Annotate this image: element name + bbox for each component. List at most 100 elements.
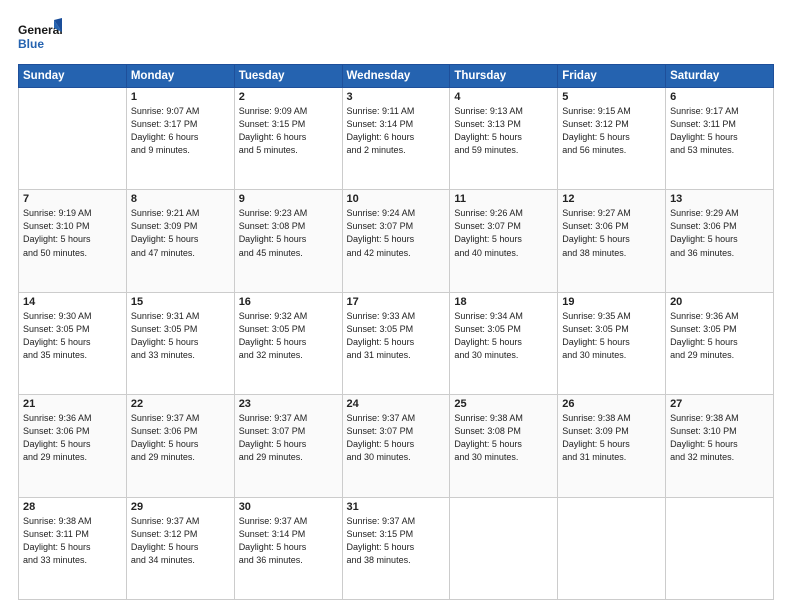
calendar-day-12: 12 Sunrise: 9:27 AM Sunset: 3:06 PM Dayli… [558, 190, 666, 292]
calendar-day-21: 21 Sunrise: 9:36 AM Sunset: 3:06 PM Dayli… [19, 395, 127, 497]
day-header-monday: Monday [126, 65, 234, 88]
day-header-saturday: Saturday [666, 65, 774, 88]
day-number: 28 [23, 501, 122, 513]
logo-svg: General Blue [18, 18, 62, 56]
calendar-day-19: 19 Sunrise: 9:35 AM Sunset: 3:05 PM Dayli… [558, 292, 666, 394]
calendar-day-14: 14 Sunrise: 9:30 AM Sunset: 3:05 PM Dayli… [19, 292, 127, 394]
day-info: Sunrise: 9:31 AM Sunset: 3:05 PM Dayligh… [131, 310, 230, 362]
calendar-day-13: 13 Sunrise: 9:29 AM Sunset: 3:06 PM Dayli… [666, 190, 774, 292]
page: General Blue SundayMondayTuesdayWednesda… [0, 0, 792, 612]
day-info: Sunrise: 9:37 AM Sunset: 3:14 PM Dayligh… [239, 515, 338, 567]
day-info: Sunrise: 9:17 AM Sunset: 3:11 PM Dayligh… [670, 105, 769, 157]
day-info: Sunrise: 9:13 AM Sunset: 3:13 PM Dayligh… [454, 105, 553, 157]
day-number: 6 [670, 91, 769, 103]
calendar-day-29: 29 Sunrise: 9:37 AM Sunset: 3:12 PM Dayli… [126, 497, 234, 599]
day-info: Sunrise: 9:30 AM Sunset: 3:05 PM Dayligh… [23, 310, 122, 362]
calendar-day-20: 20 Sunrise: 9:36 AM Sunset: 3:05 PM Dayli… [666, 292, 774, 394]
calendar-day-25: 25 Sunrise: 9:38 AM Sunset: 3:08 PM Dayli… [450, 395, 558, 497]
day-number: 31 [347, 501, 446, 513]
day-info: Sunrise: 9:38 AM Sunset: 3:10 PM Dayligh… [670, 412, 769, 464]
calendar-day-28: 28Sunrise: 9:38 AM Sunset: 3:11 PM Dayli… [19, 497, 127, 599]
empty-cell [666, 497, 774, 599]
day-header-thursday: Thursday [450, 65, 558, 88]
day-number: 18 [454, 296, 553, 308]
calendar-day-26: 26 Sunrise: 9:38 AM Sunset: 3:09 PM Dayli… [558, 395, 666, 497]
day-info: Sunrise: 9:26 AM Sunset: 3:07 PM Dayligh… [454, 207, 553, 259]
day-number: 21 [23, 398, 122, 410]
day-number: 4 [454, 91, 553, 103]
day-number: 1 [131, 91, 230, 103]
day-number: 13 [670, 193, 769, 205]
day-number: 11 [454, 193, 553, 205]
day-info: Sunrise: 9:32 AM Sunset: 3:05 PM Dayligh… [239, 310, 338, 362]
day-number: 22 [131, 398, 230, 410]
day-header-friday: Friday [558, 65, 666, 88]
day-info: Sunrise: 9:37 AM Sunset: 3:07 PM Dayligh… [239, 412, 338, 464]
day-info: Sunrise: 9:34 AM Sunset: 3:05 PM Dayligh… [454, 310, 553, 362]
calendar-week-5: 28Sunrise: 9:38 AM Sunset: 3:11 PM Dayli… [19, 497, 774, 599]
day-number: 3 [347, 91, 446, 103]
day-info: Sunrise: 9:33 AM Sunset: 3:05 PM Dayligh… [347, 310, 446, 362]
day-number: 15 [131, 296, 230, 308]
calendar-day-9: 9 Sunrise: 9:23 AM Sunset: 3:08 PM Daylig… [234, 190, 342, 292]
day-info: Sunrise: 9:11 AM Sunset: 3:14 PM Dayligh… [347, 105, 446, 157]
day-number: 8 [131, 193, 230, 205]
empty-cell [450, 497, 558, 599]
day-info: Sunrise: 9:29 AM Sunset: 3:06 PM Dayligh… [670, 207, 769, 259]
day-number: 29 [131, 501, 230, 513]
calendar-day-10: 10 Sunrise: 9:24 AM Sunset: 3:07 PM Dayli… [342, 190, 450, 292]
day-info: Sunrise: 9:24 AM Sunset: 3:07 PM Dayligh… [347, 207, 446, 259]
day-info: Sunrise: 9:36 AM Sunset: 3:06 PM Dayligh… [23, 412, 122, 464]
empty-cell [558, 497, 666, 599]
day-number: 5 [562, 91, 661, 103]
day-number: 20 [670, 296, 769, 308]
calendar-day-22: 22 Sunrise: 9:37 AM Sunset: 3:06 PM Dayli… [126, 395, 234, 497]
day-number: 14 [23, 296, 122, 308]
calendar-week-3: 14 Sunrise: 9:30 AM Sunset: 3:05 PM Dayli… [19, 292, 774, 394]
calendar-day-3: 3 Sunrise: 9:11 AM Sunset: 3:14 PM Daylig… [342, 88, 450, 190]
calendar-day-8: 8 Sunrise: 9:21 AM Sunset: 3:09 PM Daylig… [126, 190, 234, 292]
day-info: Sunrise: 9:15 AM Sunset: 3:12 PM Dayligh… [562, 105, 661, 157]
day-header-wednesday: Wednesday [342, 65, 450, 88]
day-number: 24 [347, 398, 446, 410]
day-number: 25 [454, 398, 553, 410]
day-info: Sunrise: 9:35 AM Sunset: 3:05 PM Dayligh… [562, 310, 661, 362]
calendar-day-11: 11 Sunrise: 9:26 AM Sunset: 3:07 PM Dayli… [450, 190, 558, 292]
day-number: 12 [562, 193, 661, 205]
day-number: 30 [239, 501, 338, 513]
calendar-week-4: 21 Sunrise: 9:36 AM Sunset: 3:06 PM Dayli… [19, 395, 774, 497]
day-info: Sunrise: 9:37 AM Sunset: 3:07 PM Dayligh… [347, 412, 446, 464]
day-info: Sunrise: 9:23 AM Sunset: 3:08 PM Dayligh… [239, 207, 338, 259]
header: General Blue [18, 18, 774, 56]
calendar-day-16: 16Sunrise: 9:32 AM Sunset: 3:05 PM Dayli… [234, 292, 342, 394]
calendar-day-4: 4 Sunrise: 9:13 AM Sunset: 3:13 PM Daylig… [450, 88, 558, 190]
calendar-day-17: 17Sunrise: 9:33 AM Sunset: 3:05 PM Dayli… [342, 292, 450, 394]
calendar-day-30: 30 Sunrise: 9:37 AM Sunset: 3:14 PM Dayli… [234, 497, 342, 599]
day-info: Sunrise: 9:07 AM Sunset: 3:17 PM Dayligh… [131, 105, 230, 157]
day-number: 2 [239, 91, 338, 103]
calendar-week-2: 7Sunrise: 9:19 AM Sunset: 3:10 PM Daylig… [19, 190, 774, 292]
day-number: 10 [347, 193, 446, 205]
calendar-day-23: 23Sunrise: 9:37 AM Sunset: 3:07 PM Dayli… [234, 395, 342, 497]
day-info: Sunrise: 9:27 AM Sunset: 3:06 PM Dayligh… [562, 207, 661, 259]
day-info: Sunrise: 9:09 AM Sunset: 3:15 PM Dayligh… [239, 105, 338, 157]
svg-text:Blue: Blue [18, 37, 44, 51]
day-number: 26 [562, 398, 661, 410]
day-info: Sunrise: 9:38 AM Sunset: 3:09 PM Dayligh… [562, 412, 661, 464]
calendar-day-15: 15 Sunrise: 9:31 AM Sunset: 3:05 PM Dayli… [126, 292, 234, 394]
calendar-day-24: 24 Sunrise: 9:37 AM Sunset: 3:07 PM Dayli… [342, 395, 450, 497]
day-number: 19 [562, 296, 661, 308]
empty-cell [19, 88, 127, 190]
day-info: Sunrise: 9:21 AM Sunset: 3:09 PM Dayligh… [131, 207, 230, 259]
day-info: Sunrise: 9:37 AM Sunset: 3:12 PM Dayligh… [131, 515, 230, 567]
day-info: Sunrise: 9:37 AM Sunset: 3:06 PM Dayligh… [131, 412, 230, 464]
calendar-day-18: 18 Sunrise: 9:34 AM Sunset: 3:05 PM Dayli… [450, 292, 558, 394]
calendar-day-6: 6 Sunrise: 9:17 AM Sunset: 3:11 PM Daylig… [666, 88, 774, 190]
day-info: Sunrise: 9:36 AM Sunset: 3:05 PM Dayligh… [670, 310, 769, 362]
day-info: Sunrise: 9:38 AM Sunset: 3:08 PM Dayligh… [454, 412, 553, 464]
day-header-tuesday: Tuesday [234, 65, 342, 88]
calendar-day-5: 5 Sunrise: 9:15 AM Sunset: 3:12 PM Daylig… [558, 88, 666, 190]
day-number: 9 [239, 193, 338, 205]
calendar-header-row: SundayMondayTuesdayWednesdayThursdayFrid… [19, 65, 774, 88]
calendar-day-7: 7Sunrise: 9:19 AM Sunset: 3:10 PM Daylig… [19, 190, 127, 292]
